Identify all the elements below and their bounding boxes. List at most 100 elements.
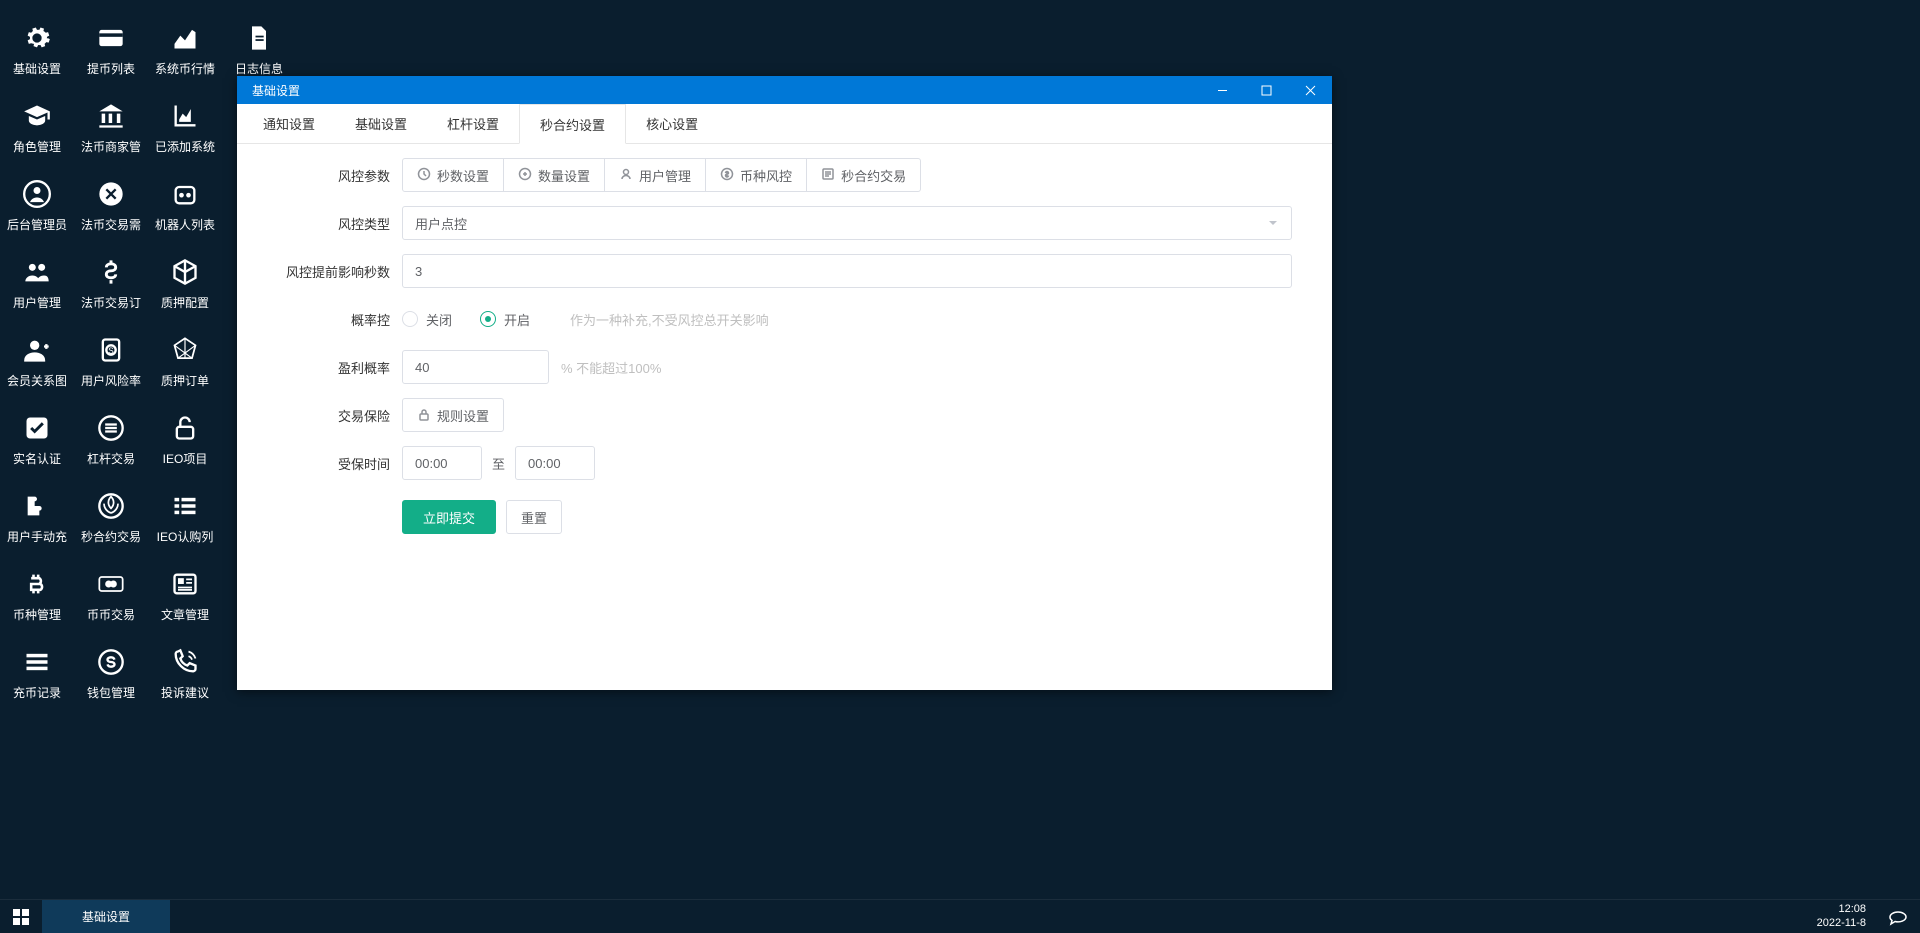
subtab-icon <box>821 167 835 184</box>
robot-icon <box>169 178 201 210</box>
desktop-icon-list[interactable]: IEO认购列 <box>148 478 222 556</box>
minimize-button[interactable] <box>1200 76 1244 104</box>
input-time-from[interactable]: 00:00 <box>402 446 482 480</box>
lock-open-icon <box>169 412 201 444</box>
mastercard-icon <box>95 568 127 600</box>
user-circle-icon <box>21 178 53 210</box>
window-title: 基础设置 <box>252 82 300 99</box>
maximize-button[interactable] <box>1244 76 1288 104</box>
label-profit-rate: 盈利概率 <box>257 358 402 377</box>
select-value: 用户点控 <box>415 214 467 233</box>
desktop-icon-label: 用户管理 <box>13 294 61 311</box>
chat-icon[interactable] <box>1876 900 1920 933</box>
desktop-icon-card[interactable]: 提币列表 <box>74 10 148 88</box>
window-basic-settings: 基础设置 通知设置基础设置杠杆设置秒合约设置核心设置 风控参数 秒数设置数量设置… <box>237 76 1332 690</box>
desktop-icon-circle-lines[interactable]: 杠杆交易 <box>74 400 148 478</box>
desktop-icon-dollar[interactable]: 法币交易订 <box>74 244 148 322</box>
desktop-icon-shield[interactable]: S用户风险率 <box>74 322 148 400</box>
desktop-icon-bank[interactable]: 法币商家管 <box>74 88 148 166</box>
radio-off[interactable]: 关闭 <box>402 310 452 329</box>
desktop-icon-user-plus[interactable]: 会员关系图 <box>0 322 74 400</box>
dollar-icon <box>95 256 127 288</box>
desktop-icon-label: 基础设置 <box>13 60 61 77</box>
rule-settings-button[interactable]: 规则设置 <box>402 398 504 432</box>
select-risk-type[interactable]: 用户点控 <box>402 206 1292 240</box>
tab-3[interactable]: 秒合约设置 <box>519 104 626 144</box>
reset-button[interactable]: 重置 <box>506 500 562 534</box>
desktop-icon-rebel[interactable]: 秒合约交易 <box>74 478 148 556</box>
desktop-icon-chart-line[interactable]: 系统币行情 <box>148 10 222 88</box>
desktop-icon-label: 会员关系图 <box>7 372 67 389</box>
desktop-icon-puzzle[interactable]: 用户手动充 <box>0 478 74 556</box>
desktop-icon-mastercard[interactable]: 币币交易 <box>74 556 148 634</box>
cube-icon <box>169 256 201 288</box>
desktop-icon-lock-open[interactable]: IEO项目 <box>148 400 222 478</box>
input-time-to[interactable]: 00:00 <box>515 446 595 480</box>
file-icon <box>243 22 275 54</box>
btc-icon <box>21 568 53 600</box>
desktop-icon-btc[interactable]: 币种管理 <box>0 556 74 634</box>
card-icon <box>95 22 127 54</box>
bars-icon <box>21 646 53 678</box>
subtab-4[interactable]: 秒合约交易 <box>806 158 921 192</box>
desktop-icon-news[interactable]: 文章管理 <box>148 556 222 634</box>
submit-button[interactable]: 立即提交 <box>402 500 496 534</box>
desktop-icon-label: 机器人列表 <box>155 216 215 233</box>
desktop-icon-label: 充币记录 <box>13 684 61 701</box>
desktop-icon-label: 文章管理 <box>161 606 209 623</box>
desktop-icon-bars[interactable]: 充币记录 <box>0 634 74 712</box>
diamond-icon <box>95 178 127 210</box>
radio-on[interactable]: 开启 <box>480 310 530 329</box>
subtab-0[interactable]: 秒数设置 <box>402 158 504 192</box>
desktop-icon-users[interactable]: 用户管理 <box>0 244 74 322</box>
desktop-icon-diamond[interactable]: 法币交易需 <box>74 166 148 244</box>
taskbar-clock[interactable]: 12:08 2022-11-8 <box>1817 900 1876 933</box>
circle-lines-icon <box>95 412 127 444</box>
label-probability-control: 概率控 <box>257 310 402 329</box>
label-seconds-ahead: 风控提前影响秒数 <box>257 262 402 281</box>
desktop-icon-label: 系统币行情 <box>155 60 215 77</box>
subtab-2[interactable]: 用户管理 <box>604 158 706 192</box>
tab-0[interactable]: 通知设置 <box>243 104 335 143</box>
desktop-icon-area[interactable]: 已添加系统 <box>148 88 222 166</box>
desktop-icon-label: IEO项目 <box>163 450 208 467</box>
label-risk-params: 风控参数 <box>257 166 402 185</box>
desktop-icon-label: 质押订单 <box>161 372 209 389</box>
desktop-icon-robot[interactable]: 机器人列表 <box>148 166 222 244</box>
desktop-icon-label: 已添加系统 <box>155 138 215 155</box>
desktop-icon-phone[interactable]: 投诉建议 <box>148 634 222 712</box>
subtab-icon <box>619 167 633 184</box>
subtab-1[interactable]: 数量设置 <box>503 158 605 192</box>
desktop-icon-poly[interactable]: 质押订单 <box>148 322 222 400</box>
taskbar-item-basic-settings[interactable]: 基础设置 <box>42 900 170 933</box>
bank-icon <box>95 100 127 132</box>
close-button[interactable] <box>1288 76 1332 104</box>
titlebar[interactable]: 基础设置 <box>237 76 1332 104</box>
desktop-icon-check[interactable]: 实名认证 <box>0 400 74 478</box>
desktop-icon-label: 投诉建议 <box>161 684 209 701</box>
label-trade-insurance: 交易保险 <box>257 406 402 425</box>
tab-1[interactable]: 基础设置 <box>335 104 427 143</box>
time-separator: 至 <box>492 454 505 473</box>
area-icon <box>169 100 201 132</box>
chevron-down-icon <box>1267 217 1279 229</box>
tab-4[interactable]: 核心设置 <box>626 104 718 143</box>
desktop-icon-gear[interactable]: 基础设置 <box>0 10 74 88</box>
desktop-icon-user-circle[interactable]: 后台管理员 <box>0 166 74 244</box>
taskbar: 基础设置 12:08 2022-11-8 <box>0 899 1920 933</box>
desktop-icon-label: 钱包管理 <box>87 684 135 701</box>
desktop-icon-skype[interactable]: 钱包管理 <box>74 634 148 712</box>
desktop-icon-cube[interactable]: 质押配置 <box>148 244 222 322</box>
skype-icon <box>95 646 127 678</box>
subtab-3[interactable]: 币种风控 <box>705 158 807 192</box>
lock-icon <box>417 408 431 422</box>
phone-icon <box>169 646 201 678</box>
start-button[interactable] <box>0 900 42 933</box>
input-profit-rate[interactable]: 40 <box>402 350 549 384</box>
user-plus-icon <box>21 334 53 366</box>
tab-2[interactable]: 杠杆设置 <box>427 104 519 143</box>
desktop-icon-grad[interactable]: 角色管理 <box>0 88 74 166</box>
hint-profit-rate: % 不能超过100% <box>561 358 661 377</box>
input-seconds-ahead[interactable]: 3 <box>402 254 1292 288</box>
svg-text:S: S <box>108 346 114 355</box>
